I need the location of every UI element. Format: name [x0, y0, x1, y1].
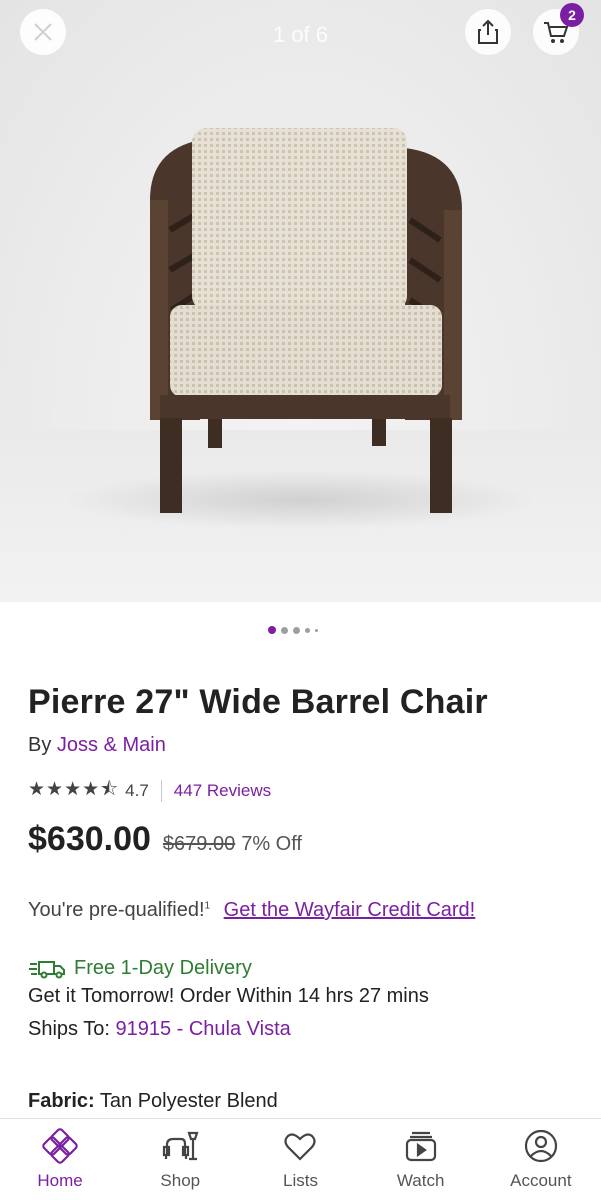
image-pagination: [268, 626, 318, 634]
by-prefix: By: [28, 734, 52, 756]
page-dot: [305, 627, 310, 633]
delivery-truck-icon: [29, 960, 65, 978]
credit-offer: You're pre-qualified!1 Get the Wayfair C…: [28, 899, 475, 922]
page-dot: [315, 628, 318, 632]
fabric-value: Tan Polyester Blend: [99, 1090, 278, 1112]
nav-label-lists: Lists: [282, 1171, 318, 1190]
discount-label: 7% Off: [241, 833, 302, 855]
rating-row[interactable]: ★★★★⯪ 4.7 447 Reviews: [28, 775, 271, 807]
price-row: $630.00 $679.00 7% Off: [28, 820, 302, 859]
page-dot: [293, 626, 300, 634]
page-dot: [281, 626, 288, 634]
image-counter: 1 of 6: [272, 22, 329, 47]
original-price: $679.00: [162, 833, 236, 855]
rating-value: 4.7: [125, 781, 149, 800]
ships-label: Ships To:: [28, 1018, 110, 1040]
reviews-link[interactable]: 447 Reviews: [174, 781, 271, 801]
home-icon: [42, 1128, 78, 1164]
product-title: Pierre 27" Wide Barrel Chair: [28, 683, 488, 721]
fabric-label: Fabric:: [28, 1090, 95, 1112]
share-button[interactable]: [465, 9, 511, 55]
account-icon: [524, 1129, 557, 1163]
zip-link[interactable]: 91915 - Chula Vista: [115, 1018, 290, 1040]
shop-icon: [163, 1131, 199, 1161]
nav-item-watch[interactable]: Watch: [361, 1119, 481, 1200]
product-image: [150, 128, 462, 513]
nav-item-lists[interactable]: Lists: [240, 1119, 360, 1200]
heart-icon: [284, 1133, 317, 1161]
brand-link[interactable]: Joss & Main: [57, 734, 166, 756]
ships-to: Ships To: 91915 - Chula Vista: [28, 1018, 291, 1041]
delivery-info: Free 1-Day Delivery: [28, 957, 252, 980]
page-dot-active: [268, 626, 276, 634]
watch-icon: [405, 1131, 436, 1162]
fabric-option[interactable]: Fabric: Tan Polyester Blend: [28, 1090, 278, 1113]
divider: [160, 780, 162, 802]
nav-label-account: Account: [510, 1171, 572, 1190]
bottom-nav: Home Shop Lists Watch Account: [0, 1118, 601, 1200]
nav-item-home[interactable]: Home: [0, 1119, 120, 1200]
nav-item-account[interactable]: Account: [481, 1119, 601, 1200]
nav-label-shop: Shop: [160, 1171, 201, 1190]
share-icon: [478, 19, 498, 44]
brand-line: By Joss & Main: [28, 734, 166, 757]
nav-item-shop[interactable]: Shop: [120, 1119, 240, 1200]
nav-label-watch: Watch: [396, 1171, 445, 1190]
nav-label-home: Home: [37, 1171, 83, 1190]
product-image-carousel[interactable]: 1 of 6 2: [0, 0, 601, 602]
sale-price: $630.00: [28, 820, 151, 858]
delivery-eta: Get it Tomorrow! Order Within 14 hrs 27 …: [28, 985, 429, 1007]
footnote-mark: 1: [204, 900, 211, 912]
credit-card-link[interactable]: Get the Wayfair Credit Card!: [224, 899, 476, 921]
cart-count-badge: 2: [560, 3, 584, 27]
prequalified-text: You're pre-qualified!: [28, 899, 205, 921]
delivery-text: Free 1-Day Delivery: [74, 957, 252, 979]
star-rating-icon: ★★★★⯪: [28, 779, 120, 800]
